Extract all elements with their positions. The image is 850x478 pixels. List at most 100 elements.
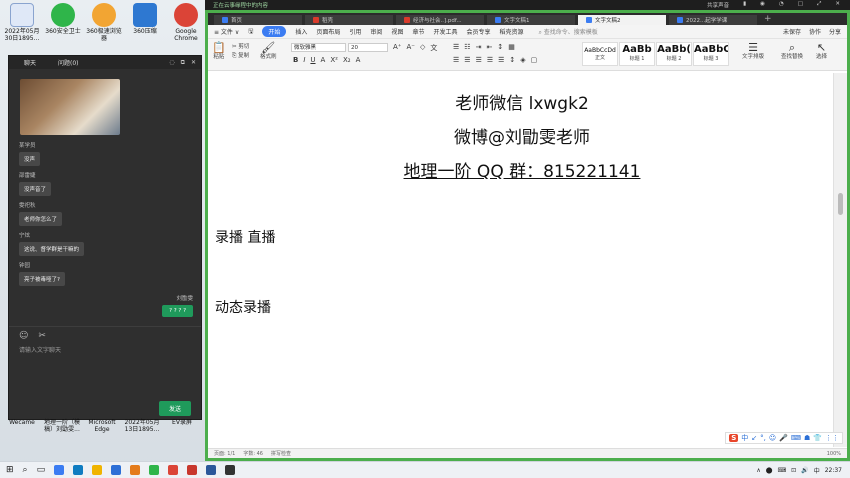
ie-icon[interactable] bbox=[54, 465, 65, 475]
send-button[interactable]: 发送 bbox=[158, 401, 191, 416]
ime-tool-9[interactable]: ⋮⋮ bbox=[825, 434, 839, 442]
align-center-button[interactable]: ☰ bbox=[464, 56, 470, 64]
desktop-icon[interactable]: 360极速浏览器 bbox=[84, 3, 124, 43]
ime-tool-5[interactable]: 🎤 bbox=[779, 434, 788, 442]
close-icon[interactable]: ✕ bbox=[191, 59, 196, 67]
ime-tool-7[interactable]: ☗ bbox=[804, 434, 810, 442]
share-control-2[interactable]: ◉ bbox=[760, 1, 765, 9]
collab-button[interactable]: 协作 bbox=[809, 27, 821, 36]
bold-button[interactable]: B bbox=[293, 56, 298, 64]
underline-button[interactable]: U bbox=[310, 56, 315, 64]
italic-button[interactable]: I bbox=[303, 56, 305, 64]
table-button[interactable]: ▦ bbox=[508, 43, 515, 51]
ime-tool-3[interactable]: °, bbox=[760, 434, 766, 442]
bubble-icon[interactable]: ◌ bbox=[169, 59, 174, 67]
document-tab[interactable]: 文字文稿1 bbox=[487, 15, 575, 25]
document-tab[interactable]: 稻壳 bbox=[305, 15, 393, 25]
menu-item[interactable]: 引用 bbox=[349, 27, 361, 36]
share-audio-button[interactable]: 共享声音 bbox=[707, 1, 729, 9]
desktop-icon[interactable]: 地理一阶（模稿）刘勖雯... bbox=[42, 419, 82, 434]
paste-button[interactable]: 📋 粘贴 bbox=[212, 41, 226, 60]
share-control-4[interactable]: □ bbox=[798, 1, 803, 9]
document-tab[interactable]: 经济与社会..].pdf... bbox=[396, 15, 484, 25]
scissors-icon[interactable]: ✂ bbox=[38, 331, 46, 341]
superscript-button[interactable]: X² bbox=[330, 56, 338, 64]
document-tab[interactable]: 首页 bbox=[214, 15, 302, 25]
doc-line-5[interactable]: 动态录播 bbox=[215, 297, 271, 317]
tab-questions[interactable]: 问题(0) bbox=[58, 58, 79, 67]
security-icon[interactable] bbox=[149, 465, 160, 475]
share-control-1[interactable]: ▮ bbox=[743, 1, 746, 9]
video-thumbnail[interactable] bbox=[20, 79, 120, 135]
subscript-button[interactable]: X₂ bbox=[343, 56, 351, 64]
number-list-button[interactable]: ☷ bbox=[464, 43, 470, 51]
outdent-button[interactable]: ⇤ bbox=[486, 43, 492, 51]
save-icon[interactable]: 🖫 bbox=[248, 27, 253, 37]
bullet-list-button[interactable]: ☰ bbox=[453, 43, 459, 51]
ime-tool-2[interactable]: ↙ bbox=[751, 434, 757, 442]
align-right-button[interactable]: ☰ bbox=[476, 56, 482, 64]
doc-line-1[interactable]: 老师微信 lxwgk2 bbox=[208, 89, 836, 114]
indent-button[interactable]: ⇥ bbox=[476, 43, 482, 51]
menu-item[interactable]: 审阅 bbox=[370, 27, 382, 36]
desktop-icon[interactable]: 360压缩 bbox=[125, 3, 165, 36]
share-button[interactable]: 分享 bbox=[829, 27, 841, 36]
menu-item[interactable]: 开发工具 bbox=[433, 27, 457, 36]
vertical-scrollbar[interactable] bbox=[833, 73, 847, 447]
style-3[interactable]: AaBb(标题 2 bbox=[656, 42, 692, 66]
font-size-select[interactable]: 20 bbox=[348, 43, 388, 52]
doc-line-2[interactable]: 微博@刘勖雯老师 bbox=[208, 123, 836, 148]
zoom-level[interactable]: 100% bbox=[827, 451, 841, 457]
font-family-select[interactable]: 微软雅黑 bbox=[291, 43, 346, 52]
new-tab-icon[interactable]: + bbox=[764, 14, 772, 24]
ime-tool-1[interactable]: 中 bbox=[741, 433, 748, 443]
line-spacing-button[interactable]: ↕ bbox=[509, 56, 515, 64]
share-control-6[interactable]: ✕ bbox=[835, 1, 840, 9]
text-layout-button[interactable]: ☰ 文字排版 bbox=[742, 41, 764, 60]
menu-item[interactable]: 章节 bbox=[412, 27, 424, 36]
document-page[interactable]: 老师微信 lxwgk2 微博@刘勖雯老师 地理一阶 QQ 群：815221141… bbox=[208, 73, 836, 447]
desktop-icon[interactable]: EV录屏 bbox=[162, 419, 202, 427]
tray-icon[interactable]: ⊡ bbox=[791, 467, 796, 474]
cut-button[interactable]: ✂ 剪切 bbox=[232, 44, 249, 50]
tray-icon[interactable]: ∧ bbox=[756, 467, 760, 474]
desktop-icon[interactable]: 2022年05月30日1895... bbox=[2, 3, 42, 43]
word-count[interactable]: 字数: 46 bbox=[243, 450, 263, 457]
align-left-button[interactable]: ☰ bbox=[453, 56, 459, 64]
tray-icon[interactable]: ⬤ bbox=[766, 467, 773, 474]
menu-item[interactable]: 插入 bbox=[295, 27, 307, 36]
popout-icon[interactable]: ⧉ bbox=[181, 59, 185, 67]
recorder-icon[interactable] bbox=[225, 465, 236, 475]
find-replace-button[interactable]: ⌕ 查找替换 bbox=[781, 41, 803, 60]
doc-line-4[interactable]: 录播 直播 bbox=[215, 227, 275, 247]
style-1[interactable]: AaBbCcDd 正文 bbox=[582, 42, 618, 66]
shrink-font-button[interactable]: A⁻ bbox=[406, 43, 414, 53]
chat-input[interactable]: 请输入文字聊天 bbox=[19, 345, 169, 359]
command-search[interactable]: ⌕ 查找命令、搜索模板 bbox=[539, 27, 598, 37]
chrome-icon[interactable] bbox=[168, 465, 179, 475]
tray-icon[interactable]: 🔊 bbox=[801, 467, 808, 474]
highlight-button[interactable]: A bbox=[356, 56, 361, 64]
font-color-button[interactable]: A bbox=[321, 56, 326, 64]
sort-button[interactable]: ↕ bbox=[497, 43, 503, 51]
document-tab[interactable]: 文字文稿2 bbox=[578, 15, 666, 25]
emoji-icon[interactable]: ☺ bbox=[19, 331, 28, 341]
select-button[interactable]: ↖ 选择 bbox=[816, 41, 827, 60]
app-icon[interactable] bbox=[111, 465, 122, 475]
border-button[interactable]: ▢ bbox=[531, 56, 538, 64]
desktop-icon[interactable]: Wecame bbox=[2, 419, 42, 427]
desktop-icon[interactable]: 360安全卫士 bbox=[43, 3, 83, 36]
task-view-icon[interactable]: ▭ bbox=[37, 465, 46, 475]
copy-button[interactable]: ⎘ 复制 bbox=[232, 53, 249, 59]
menu-item[interactable]: 稻壳资源 bbox=[500, 27, 524, 36]
desktop-icon[interactable]: Microsoft Edge bbox=[82, 419, 122, 434]
clock[interactable]: 22:37 bbox=[825, 467, 842, 474]
tab-start[interactable]: 开始 bbox=[262, 26, 287, 37]
document-tab[interactable]: 2022...起学学课 bbox=[669, 15, 757, 25]
browser-icon[interactable] bbox=[130, 465, 141, 475]
word-icon[interactable] bbox=[206, 465, 217, 475]
ime-tool-6[interactable]: ⌨ bbox=[791, 434, 801, 442]
tab-chat[interactable]: 聊天 bbox=[24, 58, 36, 67]
sogou-icon[interactable]: S bbox=[729, 434, 739, 442]
file-menu[interactable]: ≡ 文件 ∨ bbox=[214, 27, 239, 36]
